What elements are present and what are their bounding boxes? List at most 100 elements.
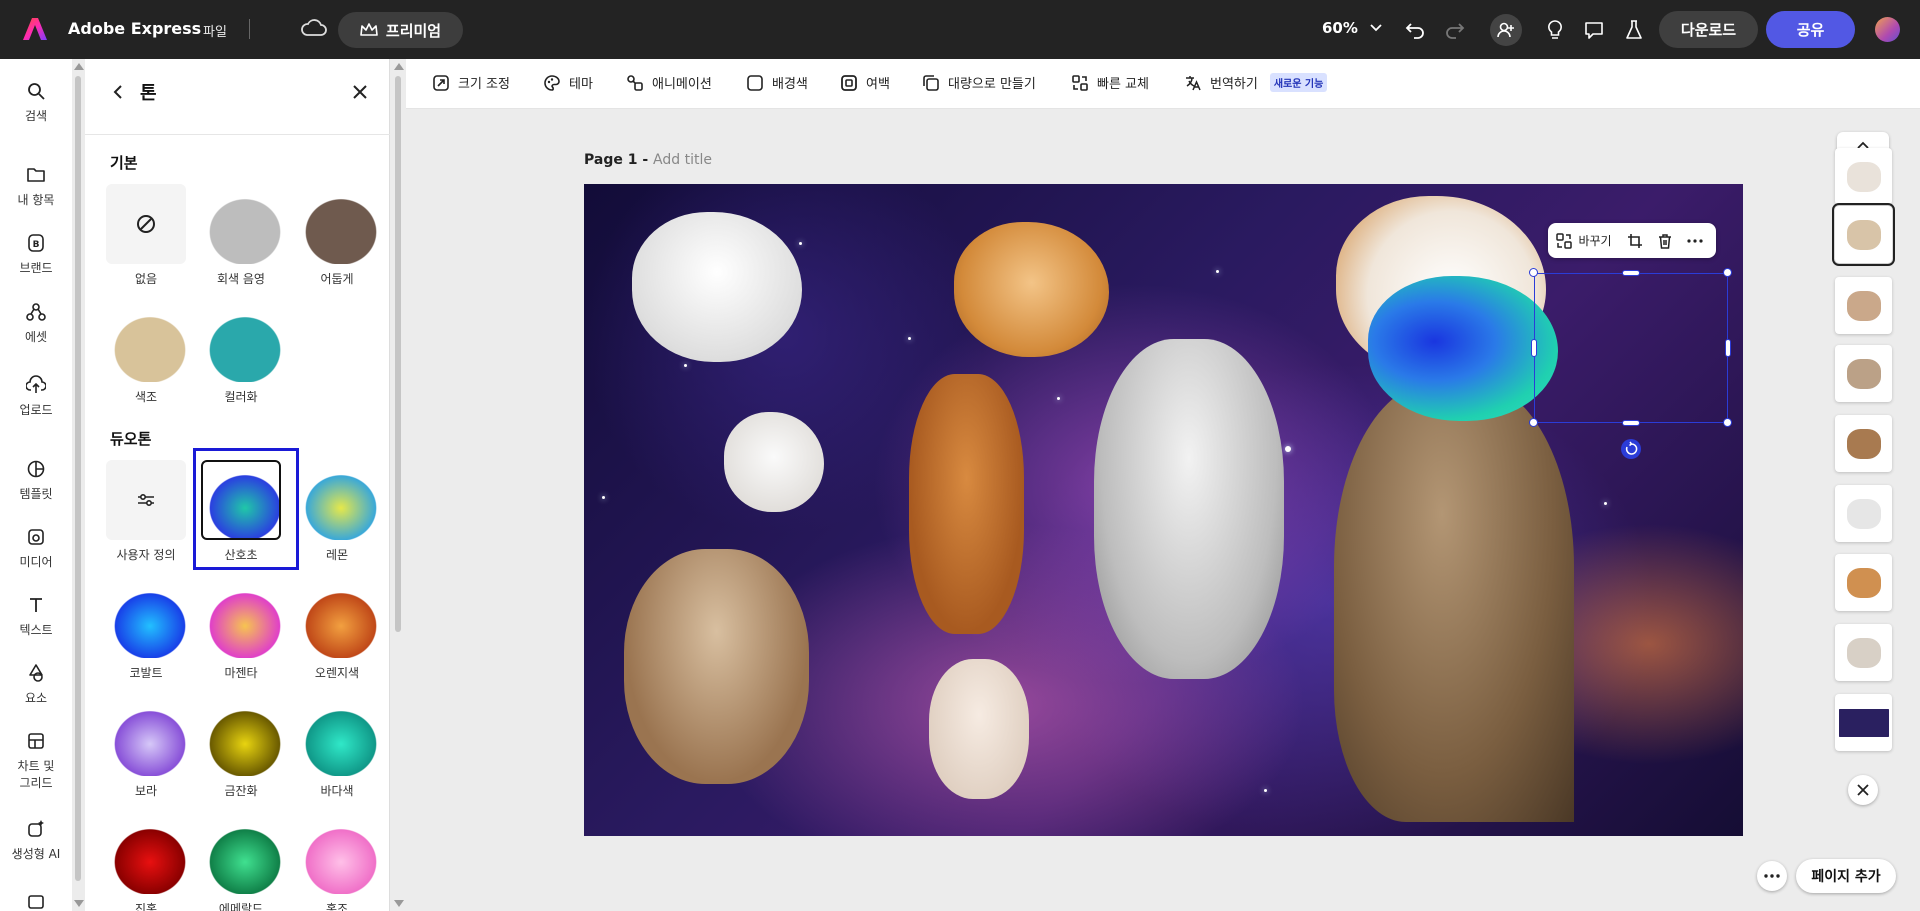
rail-item-label: 내 항목 — [17, 193, 55, 207]
animation-button[interactable]: 애니메이션 — [626, 73, 712, 92]
rail-item-generative-ai[interactable]: 생성형 AI — [0, 819, 72, 862]
replace-button[interactable]: 바꾸기 — [1548, 223, 1620, 258]
page-thumbnail[interactable] — [1835, 277, 1892, 334]
tone-option[interactable]: 금잔화 — [201, 696, 281, 799]
page-title-placeholder[interactable]: Add title — [653, 152, 712, 168]
hamster-image[interactable] — [954, 222, 1109, 357]
brand-kit-button[interactable] — [1541, 16, 1569, 44]
tone-option[interactable]: 없음 — [106, 184, 186, 287]
tone-option[interactable]: 오렌지색 — [297, 578, 377, 681]
share-button[interactable]: 공유 — [1766, 11, 1855, 48]
rail-item-more[interactable] — [0, 891, 72, 911]
tone-option[interactable]: 코발트 — [106, 578, 186, 681]
rail-item-my-items[interactable]: 내 항목 — [0, 165, 72, 208]
quick-replace-button[interactable]: 빠른 교체 — [1071, 73, 1149, 92]
page-thumbnail[interactable] — [1835, 694, 1892, 751]
more-button[interactable] — [1757, 861, 1787, 891]
white-dog-image[interactable] — [632, 212, 802, 362]
back-icon[interactable] — [111, 84, 127, 100]
tone-option[interactable]: 에메랄드 — [201, 814, 281, 911]
tone-swatch — [201, 302, 281, 382]
rotate-icon — [1625, 441, 1638, 455]
page-thumbnail[interactable] — [1835, 415, 1892, 472]
undo-button[interactable] — [1401, 16, 1429, 44]
tabby-cat-image[interactable] — [1334, 382, 1574, 822]
background-color-button[interactable]: 배경색 — [746, 73, 808, 92]
avatar[interactable] — [1875, 17, 1900, 42]
panel-scrollbar[interactable] — [394, 64, 402, 909]
tone-option[interactable]: 마젠타 — [201, 578, 281, 681]
white-hamster-image[interactable] — [724, 412, 824, 512]
tone-option[interactable]: 레몬 — [297, 460, 377, 563]
rail-item-text[interactable]: 텍스트 — [0, 595, 72, 638]
resize-button[interactable]: 크기 조정 — [432, 73, 510, 92]
rail-item-media[interactable]: 미디어 — [0, 527, 72, 570]
ellipsis-icon — [1764, 874, 1780, 878]
resize-handle[interactable] — [1725, 339, 1731, 357]
tone-option[interactable]: 보라 — [106, 696, 186, 799]
rail-item-elements[interactable]: 요소 — [0, 663, 72, 706]
labs-button[interactable] — [1620, 16, 1648, 44]
page-thumbnail[interactable] — [1835, 624, 1892, 681]
cloud-icon[interactable] — [300, 17, 328, 41]
panel-scroll-down[interactable] — [394, 900, 404, 907]
kitten-image[interactable] — [624, 549, 809, 784]
page-thumbnail[interactable] — [1835, 554, 1892, 611]
resize-handle[interactable] — [1529, 268, 1538, 277]
tone-option-label: 바다색 — [320, 784, 354, 798]
resize-handle[interactable] — [1529, 418, 1538, 427]
page-thumbnail[interactable] — [1835, 485, 1892, 542]
comments-button[interactable] — [1580, 16, 1608, 44]
resize-handle[interactable] — [1622, 420, 1640, 426]
page-thumbnail[interactable] — [1832, 203, 1895, 266]
resize-handle[interactable] — [1723, 418, 1732, 427]
close-icon[interactable] — [351, 83, 369, 101]
page-title[interactable]: Page 1 - Add title — [584, 152, 712, 168]
bulk-create-button[interactable]: 대량으로 만들기 — [922, 73, 1036, 92]
tone-option[interactable]: 색조 — [106, 302, 186, 405]
resize-handle[interactable] — [1723, 268, 1732, 277]
rail-item-brand[interactable]: B 브랜드 — [0, 233, 72, 276]
add-page-button[interactable]: 페이지 추가 — [1796, 859, 1896, 893]
rail-scroll-down[interactable] — [74, 900, 84, 907]
tone-option[interactable]: 진홍 — [106, 814, 186, 911]
theme-button[interactable]: 테마 — [543, 73, 593, 92]
rail-scroll-thumb[interactable] — [75, 76, 81, 881]
redo-button[interactable] — [1441, 16, 1469, 44]
zoom-control[interactable]: 60% — [1322, 19, 1382, 37]
rail-item-assets[interactable]: 에셋 — [0, 302, 72, 345]
tone-option[interactable]: 컬러화 — [201, 302, 281, 405]
invite-button[interactable] — [1490, 14, 1522, 46]
rail-item-upload[interactable]: 업로드 — [0, 375, 72, 418]
tone-option[interactable]: 홍조 — [297, 814, 377, 911]
close-pages-button[interactable] — [1848, 775, 1878, 805]
rail-item-templates[interactable]: 템플릿 — [0, 459, 72, 502]
download-button[interactable]: 다운로드 — [1659, 11, 1758, 48]
tone-option[interactable]: 회색 음영 — [201, 184, 281, 287]
translate-button[interactable]: 번역하기 새로운 기능 — [1184, 73, 1328, 92]
gray-cat-image[interactable] — [1094, 339, 1284, 679]
adobe-express-logo-icon[interactable] — [22, 17, 48, 41]
orange-cat-image[interactable] — [909, 374, 1024, 634]
delete-button[interactable] — [1650, 223, 1680, 258]
tone-option[interactable]: 사용자 정의 — [106, 460, 186, 563]
resize-handle[interactable] — [1622, 270, 1640, 276]
premium-button[interactable]: 프리미엄 — [338, 12, 463, 48]
rail-item-search[interactable]: 검색 — [0, 81, 72, 124]
selected-guinea-pig-image[interactable] — [1368, 276, 1558, 421]
panel-scroll-thumb[interactable] — [395, 76, 401, 632]
file-menu[interactable]: 파일 — [203, 21, 227, 40]
more-options-button[interactable] — [1680, 223, 1710, 258]
resize-handle[interactable] — [1531, 339, 1537, 357]
tone-option[interactable]: 바다색 — [297, 696, 377, 799]
page-thumbnail[interactable] — [1835, 148, 1892, 205]
small-hamster-image[interactable] — [929, 659, 1029, 799]
tone-option[interactable]: 어둡게 — [297, 184, 377, 287]
page-thumbnail[interactable] — [1835, 345, 1892, 402]
rail-scrollbar[interactable] — [74, 64, 82, 909]
rail-item-charts-grids[interactable]: 차트 및 그리드 — [0, 731, 72, 791]
tone-option-label: 없음 — [134, 272, 158, 286]
padding-button[interactable]: 여백 — [840, 73, 890, 92]
rotate-handle[interactable] — [1621, 439, 1641, 459]
crop-button[interactable] — [1620, 223, 1650, 258]
